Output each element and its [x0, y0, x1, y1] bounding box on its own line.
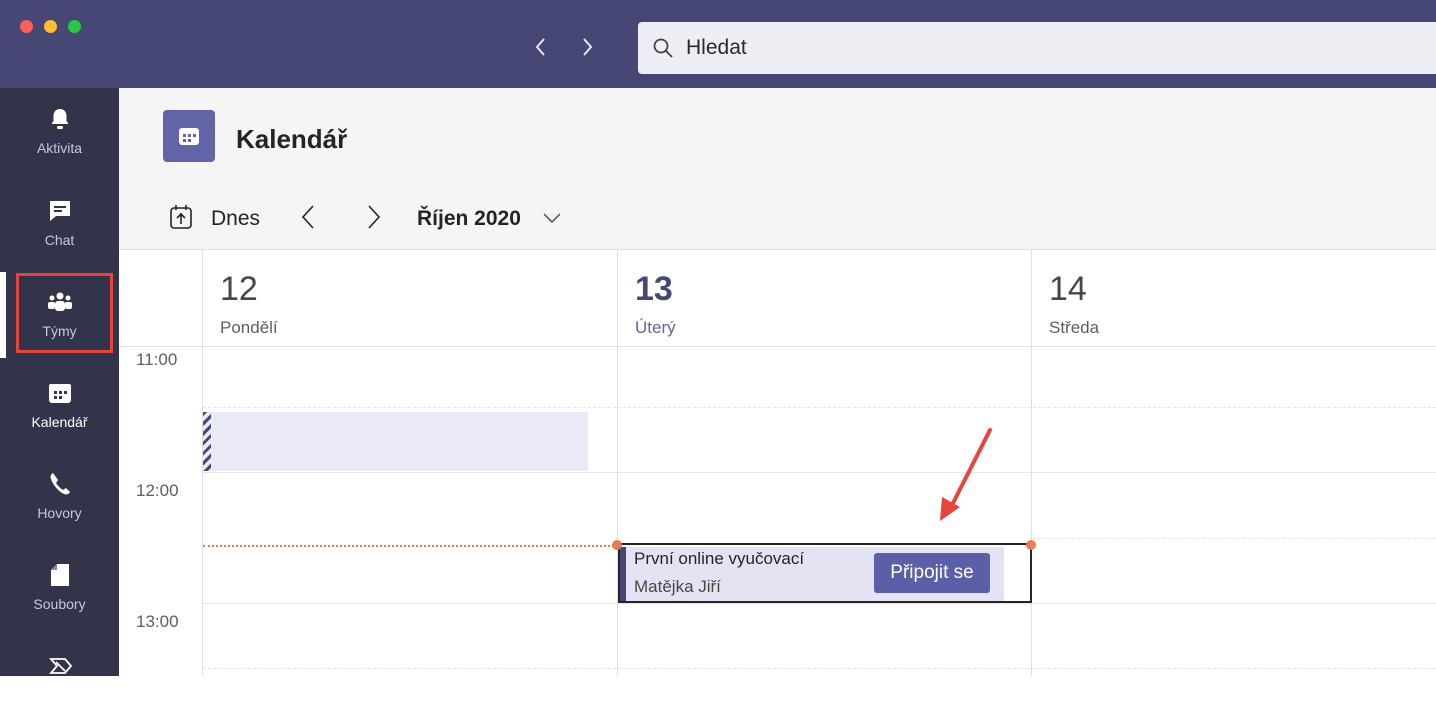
- calendar-grid: [119, 346, 1436, 677]
- sidebar-item-calendar[interactable]: Kalendář: [0, 362, 119, 448]
- month-picker[interactable]: Říjen 2020: [417, 207, 521, 231]
- day-header-tuesday[interactable]: 13 Úterý: [618, 250, 1031, 346]
- sidebar-item-label: Hovory: [37, 505, 82, 521]
- forward-arrow-icon[interactable]: [572, 32, 602, 62]
- time-label: 11:00: [136, 350, 178, 369]
- half-hour-line: [203, 668, 1436, 669]
- calendar-event-block[interactable]: [203, 412, 588, 471]
- day-number: 13: [635, 270, 673, 308]
- column-divider: [1031, 250, 1032, 676]
- current-time-dot: [1026, 540, 1036, 550]
- today-icon[interactable]: [169, 204, 193, 230]
- column-divider: [617, 250, 618, 676]
- calendar-icon: [179, 128, 199, 145]
- chat-icon: [50, 201, 70, 221]
- day-name: Úterý: [635, 318, 676, 337]
- chevron-down-icon[interactable]: [542, 208, 562, 228]
- calendar-toolbar: Dnes Říjen 2020: [119, 184, 1436, 250]
- day-name: Středa: [1049, 318, 1100, 337]
- bell-icon: [51, 109, 69, 129]
- window-minimize-button[interactable]: [44, 20, 57, 33]
- app-bar: Aktivita Chat Týmy Kalendář Hovory Soubo…: [0, 88, 119, 676]
- meeting-event[interactable]: První online vyučovací Matějka Jiří Přip…: [618, 543, 1032, 603]
- today-button[interactable]: Dnes: [211, 207, 260, 231]
- sidebar-item-activity[interactable]: Aktivita: [0, 88, 119, 174]
- sidebar-item-calls[interactable]: Hovory: [0, 453, 119, 539]
- half-hour-line: [1032, 538, 1436, 539]
- annotation-arrow: [940, 428, 992, 521]
- calendar-app-icon: [163, 110, 215, 162]
- previous-week-button[interactable]: [297, 202, 319, 232]
- page-title: Kalendář: [236, 124, 348, 154]
- window-close-button[interactable]: [20, 20, 33, 33]
- search-placeholder: Hledat: [686, 36, 747, 59]
- hour-line: [203, 472, 1436, 473]
- window-zoom-button[interactable]: [68, 20, 81, 33]
- sidebar-item-files[interactable]: Soubory: [0, 544, 119, 630]
- highlight-box: [16, 273, 113, 353]
- calendar-icon: [49, 384, 71, 403]
- meeting-organizer: Matějka Jiří: [634, 577, 721, 596]
- day-header-wednesday[interactable]: 14 Středa: [1032, 250, 1436, 346]
- time-label: 13:00: [136, 612, 179, 631]
- title-bar: Hledat: [0, 0, 1436, 88]
- day-header-monday[interactable]: 12 Pondělí: [203, 250, 617, 346]
- search-input[interactable]: Hledat: [638, 22, 1436, 74]
- half-hour-line: [203, 407, 1436, 408]
- next-week-button[interactable]: [363, 202, 385, 232]
- files-icon: [51, 564, 69, 586]
- day-name: Pondělí: [220, 318, 278, 337]
- active-indicator: [0, 272, 6, 358]
- meeting-title: První online vyučovací: [634, 549, 805, 568]
- apps-icon: [49, 658, 73, 674]
- calendar-header: Kalendář: [119, 88, 1436, 184]
- current-time-dot: [612, 540, 622, 550]
- day-number: 12: [220, 270, 258, 308]
- time-label: 12:00: [136, 481, 179, 500]
- sidebar-item-apps[interactable]: [0, 635, 119, 721]
- day-number: 14: [1049, 270, 1087, 308]
- sidebar-item-label: Kalendář: [31, 414, 88, 430]
- search-icon: [653, 38, 673, 58]
- join-button[interactable]: Připojit se: [874, 553, 990, 593]
- sidebar-item-label: Chat: [44, 232, 75, 248]
- phone-icon: [50, 473, 70, 495]
- current-time-line: [203, 545, 618, 547]
- meeting-accent: [620, 547, 626, 601]
- hour-line: [203, 603, 1436, 604]
- sidebar-item-label: Aktivita: [36, 140, 83, 156]
- tentative-stripe: [203, 412, 211, 471]
- back-arrow-icon[interactable]: [526, 32, 556, 62]
- sidebar-item-chat[interactable]: Chat: [0, 180, 119, 266]
- sidebar-item-label: Soubory: [33, 596, 86, 612]
